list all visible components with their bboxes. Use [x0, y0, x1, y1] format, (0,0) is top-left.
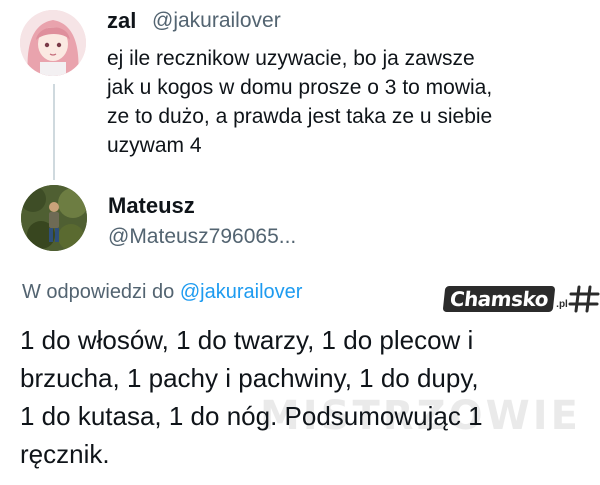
tweet-text-line: ze to dużo, a prawda jest taka ze u sieb… — [107, 105, 493, 128]
reply-text: 1 do włosów, 1 do twarzy, 1 do plecow i … — [20, 321, 590, 473]
reply-text-line: ręcznik. — [20, 439, 110, 469]
avatar-mateusz[interactable] — [21, 185, 87, 251]
tweet-text-line: uzywam 4 — [107, 134, 202, 157]
avatar-zal[interactable] — [20, 10, 86, 76]
replying-to-prefix: W odpowiedzi do — [22, 281, 175, 303]
hashtag-logo-icon — [568, 285, 600, 313]
chamsko-logo-word: Chamsko — [442, 286, 556, 312]
thread-connector-line — [53, 84, 55, 180]
reply-text-line: 1 do kutasa, 1 do nóg. Podsumowując 1 — [20, 401, 483, 431]
chamsko-logo-tld: .pl — [556, 298, 568, 310]
reply-author-name[interactable]: Mateusz — [108, 193, 195, 219]
replying-to-mention-link[interactable]: @jakurailover — [180, 281, 303, 303]
tweet-text-line: jak u kogos w domu prosze o 3 to mowia, — [107, 76, 493, 99]
tweet-author-name[interactable]: zal — [107, 8, 136, 34]
tweet-text: ej ile recznikow uzywacie, bo ja zawsze … — [107, 44, 587, 160]
reply-author-handle[interactable]: @Mateusz796065... — [108, 225, 296, 249]
anime-girl-avatar-icon — [20, 10, 86, 76]
person-in-forest-avatar-icon — [21, 185, 87, 251]
chamsko-watermark-logo: Chamsko .pl — [442, 283, 600, 315]
replying-to-line: W odpowiedzi do @jakurailover — [22, 281, 302, 304]
reply-text-line: brzucha, 1 pachy i pachwiny, 1 do dupy, — [20, 363, 479, 393]
reply-text-line: 1 do włosów, 1 do twarzy, 1 do plecow i — [20, 325, 474, 355]
tweet-author-handle[interactable]: @jakurailover — [152, 9, 281, 33]
tweet-text-line: ej ile recznikow uzywacie, bo ja zawsze — [107, 47, 475, 70]
